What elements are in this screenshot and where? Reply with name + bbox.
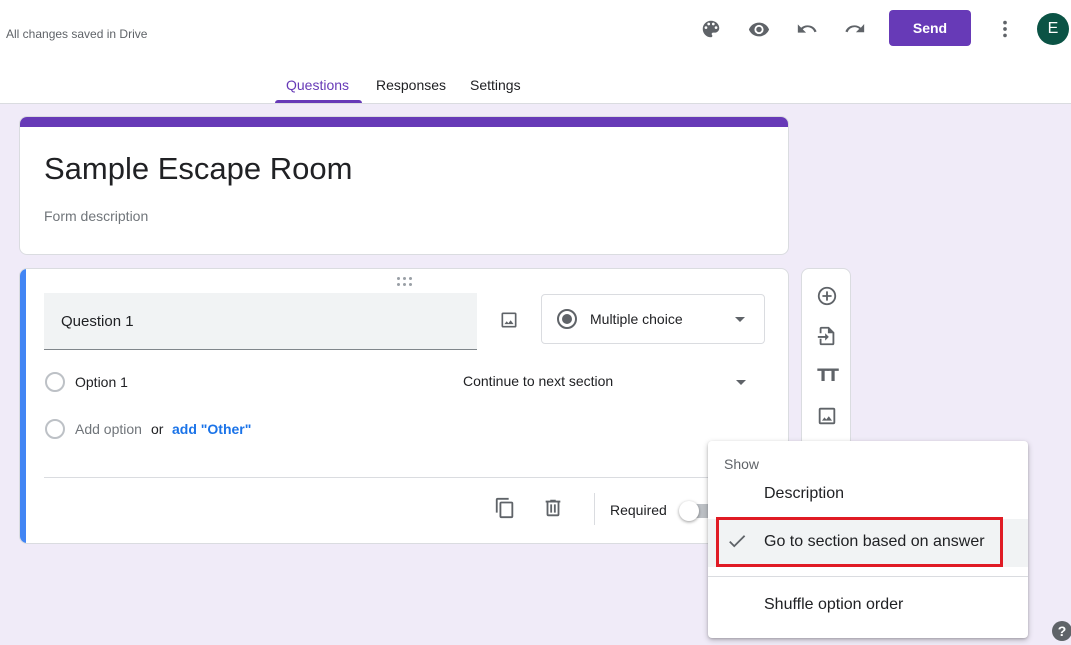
divider: [44, 477, 766, 478]
question-type-label: Multiple choice: [590, 311, 683, 327]
drag-handle-icon[interactable]: [397, 276, 415, 288]
add-image-icon[interactable]: [494, 305, 524, 335]
more-vert-icon[interactable]: [990, 14, 1020, 44]
top-header: All changes saved in Drive Send E Questi…: [0, 0, 1071, 104]
tab-settings[interactable]: Settings: [470, 77, 521, 93]
tab-responses[interactable]: Responses: [376, 77, 446, 93]
palette-icon[interactable]: [696, 14, 726, 44]
add-option-field[interactable]: Add option: [75, 421, 142, 437]
menu-item-shuffle[interactable]: Shuffle option order: [708, 582, 1028, 630]
tab-questions[interactable]: Questions: [286, 77, 349, 93]
menu-item-description[interactable]: Description: [708, 471, 1028, 519]
question-type-dropdown[interactable]: Multiple choice: [541, 294, 765, 344]
preview-eye-icon[interactable]: [744, 14, 774, 44]
dropdown-caret-icon: [735, 317, 745, 322]
delete-icon[interactable]: [540, 495, 566, 521]
question-title-text: Question 1: [61, 313, 134, 330]
form-description-field[interactable]: Form description: [44, 208, 148, 224]
redo-icon[interactable]: [840, 14, 870, 44]
radio-button-checked-icon: [557, 309, 577, 329]
add-title-description-icon[interactable]: TT: [814, 363, 840, 389]
save-status: All changes saved in Drive: [6, 27, 148, 41]
active-question-bar: [20, 269, 26, 543]
option-label[interactable]: Option 1: [75, 374, 128, 390]
question-card[interactable]: Question 1 Multiple choice Option 1 Cont…: [19, 268, 789, 544]
add-question-icon[interactable]: [814, 283, 840, 309]
floating-toolbar: TT: [801, 268, 851, 448]
menu-item-label: Go to section based on answer: [764, 533, 985, 550]
duplicate-icon[interactable]: [492, 495, 518, 521]
check-icon: [726, 530, 748, 552]
question-title-input[interactable]: Question 1: [44, 293, 477, 350]
divider: [708, 576, 1028, 577]
dropdown-caret-icon[interactable]: [736, 380, 746, 385]
menu-item-label: Shuffle option order: [764, 596, 904, 613]
divider: [594, 493, 595, 525]
required-toggle-thumb[interactable]: [679, 501, 699, 521]
form-accent-bar: [20, 117, 788, 127]
menu-item-go-to-section[interactable]: Go to section based on answer: [708, 519, 1028, 567]
help-icon[interactable]: ?: [1052, 621, 1071, 641]
radio-unchecked-icon: [45, 372, 65, 392]
form-title[interactable]: Sample Escape Room: [44, 151, 352, 187]
form-title-card: Sample Escape Room Form description: [19, 116, 789, 255]
menu-item-label: Description: [764, 485, 845, 502]
radio-unchecked-icon: [45, 419, 65, 439]
send-button[interactable]: Send: [889, 10, 971, 46]
undo-icon[interactable]: [792, 14, 822, 44]
add-image-icon[interactable]: [814, 403, 840, 429]
go-to-section-dropdown[interactable]: Continue to next section: [463, 373, 613, 389]
active-tab-indicator: [275, 100, 362, 103]
required-label: Required: [610, 502, 667, 518]
more-options-menu: Show Description Go to section based on …: [708, 441, 1028, 638]
or-text: or: [151, 421, 164, 437]
avatar[interactable]: E: [1037, 13, 1069, 45]
menu-header: Show: [724, 456, 760, 472]
import-questions-icon[interactable]: [814, 323, 840, 349]
add-other-link[interactable]: add "Other": [172, 421, 251, 437]
